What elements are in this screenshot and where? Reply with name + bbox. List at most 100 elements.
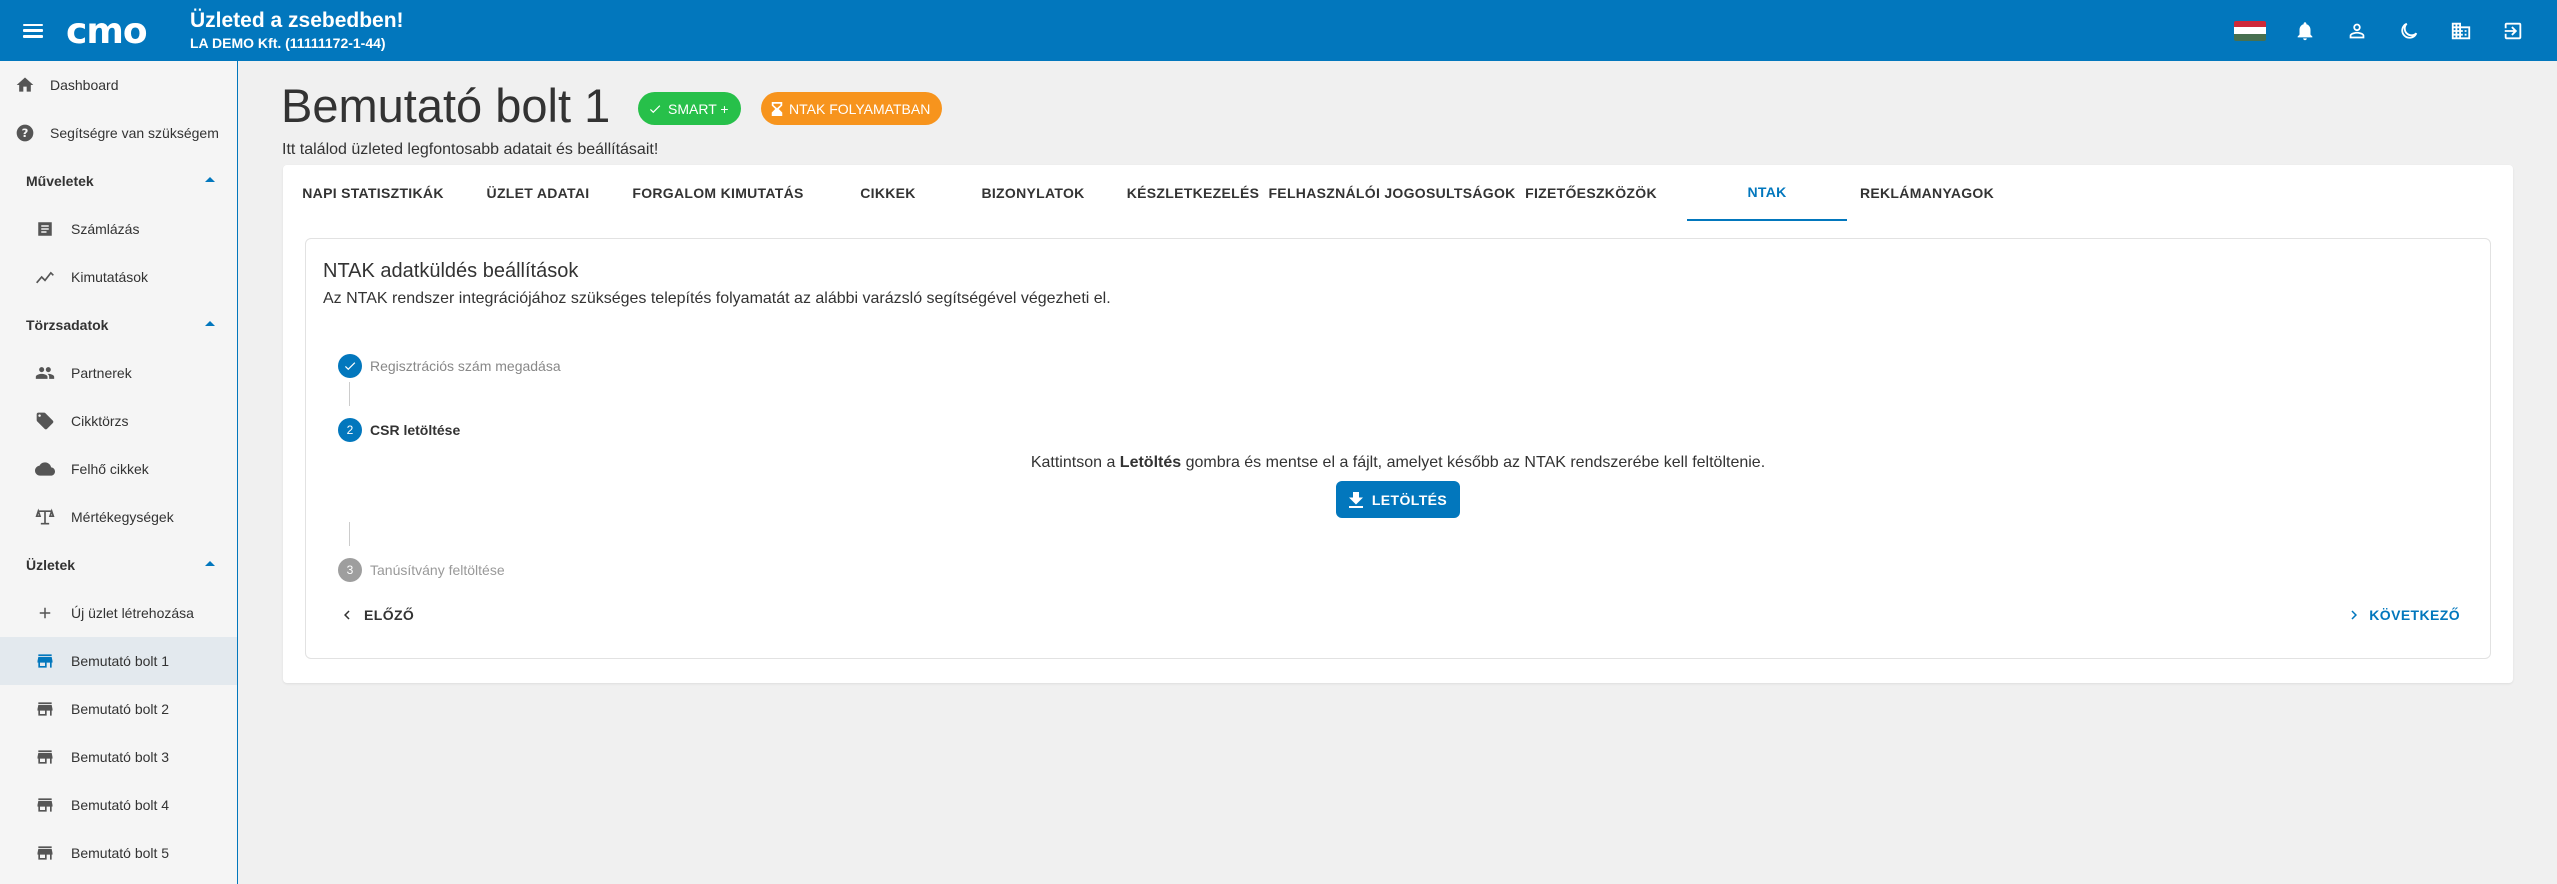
notifications-button[interactable] <box>2279 0 2331 61</box>
menu-button[interactable] <box>0 0 66 61</box>
scale-icon <box>33 505 57 529</box>
sidebar-item-help[interactable]: ? Segítségre van szükségem <box>0 109 237 157</box>
download-button[interactable]: LETÖLTÉS <box>1336 481 1460 518</box>
moon-icon <box>2401 22 2418 39</box>
language-button[interactable] <box>2227 0 2279 61</box>
logout-icon <box>2504 22 2522 39</box>
store-icon <box>33 649 57 673</box>
sidebar-item-bolt-2[interactable]: Bemutató bolt 2 <box>0 685 237 733</box>
previous-button[interactable]: ELŐZŐ <box>338 603 414 627</box>
badge-label: NTAK FOLYAMATBAN <box>789 100 931 117</box>
chevron-up-icon <box>205 177 215 182</box>
smart-plus-badge: SMART + <box>638 92 741 125</box>
step-label: Tanúsítvány feltöltése <box>370 562 505 578</box>
sidebar-item-label: Dashboard <box>50 77 119 93</box>
tab-fizetoeszkozok[interactable]: FIZETŐESZKÖZÖK <box>1511 165 1671 221</box>
next-button[interactable]: KÖVETKEZŐ <box>2345 603 2460 627</box>
sidebar-item-label: Bemutató bolt 1 <box>71 653 170 669</box>
sidebar-item-mertekegysegek[interactable]: Mértékegységek <box>0 493 237 541</box>
hungarian-flag-icon <box>2234 20 2266 41</box>
sidebar-item-partnerek[interactable]: Partnerek <box>0 349 237 397</box>
step-label: CSR letöltése <box>370 422 461 438</box>
store-icon <box>33 697 57 721</box>
section-description: Az NTAK rendszer integrációjához szükség… <box>323 290 1111 307</box>
store-icon <box>33 793 57 817</box>
logout-button[interactable] <box>2487 0 2539 61</box>
ntak-status-badge: NTAK FOLYAMATBAN <box>761 92 943 125</box>
bell-icon <box>2297 21 2313 40</box>
company-button[interactable] <box>2435 0 2487 61</box>
menu-icon <box>23 23 43 38</box>
top-app-bar: cmo Üzleted a zsebedben! LA DEMO Kft. (1… <box>0 0 2557 61</box>
page-title: Bemutató bolt 1 <box>281 79 611 132</box>
sidebar-item-bolt-5[interactable]: Bemutató bolt 5 <box>0 829 237 877</box>
download-label: LETÖLTÉS <box>1371 491 1448 508</box>
people-icon <box>33 361 57 385</box>
tab-keszletkezeles[interactable]: KÉSZLETKEZELÉS <box>1113 165 1273 221</box>
chevron-up-icon <box>205 321 215 326</box>
tab-ntak[interactable]: NTAK <box>1687 165 1847 221</box>
step-connector <box>349 382 350 406</box>
wizard-step-1[interactable]: Regisztrációs szám megadása <box>338 354 561 378</box>
section-label: Műveletek <box>26 173 94 189</box>
wizard-step-3[interactable]: 3 Tanúsítvány feltöltése <box>338 558 505 582</box>
sidebar-item-label: Segítségre van szükségem <box>50 125 219 141</box>
sidebar-item-dashboard[interactable]: Dashboard <box>0 61 237 109</box>
sidebar-section-torzsadatok[interactable]: Törzsadatok <box>0 301 237 349</box>
sidebar-item-label: Bemutató bolt 2 <box>71 701 170 717</box>
building-icon <box>2451 22 2471 39</box>
section-label: Törzsadatok <box>26 317 109 333</box>
wizard-step-2[interactable]: 2 CSR letöltése <box>338 418 460 442</box>
sidebar-item-bolt-3[interactable]: Bemutató bolt 3 <box>0 733 237 781</box>
chevron-up-icon <box>205 561 215 566</box>
sidebar-item-label: Mértékegységek <box>71 509 174 525</box>
page-subtitle: Itt találod üzleted legfontosabb adatait… <box>282 141 659 158</box>
tab-uzlet-adatai[interactable]: ÜZLET ADATAI <box>463 165 613 221</box>
step-connector <box>349 522 350 546</box>
home-icon <box>13 73 37 97</box>
cmo-logo[interactable]: cmo <box>66 13 178 49</box>
check-circle-icon <box>338 354 362 378</box>
step-instruction: Kattintson a Letöltés gombra és mentse e… <box>306 454 2490 472</box>
tab-forgalom-kimutatas[interactable]: FORGALOM KIMUTATÁS <box>613 165 823 221</box>
sidebar-item-label: Felhő cikkek <box>71 461 149 477</box>
sidebar-item-bolt-1[interactable]: Bemutató bolt 1 <box>0 637 237 685</box>
receipt-icon <box>33 217 57 241</box>
logo-text: cmo <box>66 13 147 49</box>
sidebar-section-uzletek[interactable]: Üzletek <box>0 541 237 589</box>
profile-button[interactable] <box>2331 0 2383 61</box>
sidebar-item-new-shop[interactable]: Új üzlet létrehozása <box>0 589 237 637</box>
instruction-suffix: gombra és mentse el a fájlt, amelyet kés… <box>1181 454 1766 471</box>
tab-bizonylatok[interactable]: BIZONYLATOK <box>953 165 1113 221</box>
chevron-right-icon <box>2351 610 2358 620</box>
tab-felhasznaloi-jogosultsagok[interactable]: FELHASZNÁLÓI JOGOSULTSÁGOK <box>1268 165 1515 221</box>
sidebar-item-kimutatasok[interactable]: Kimutatások <box>0 253 237 301</box>
previous-label: ELŐZŐ <box>364 607 415 623</box>
sidebar-item-cikktorzs[interactable]: Cikktörzs <box>0 397 237 445</box>
sidebar-item-label: Új üzlet létrehozása <box>71 605 194 621</box>
theme-toggle-button[interactable] <box>2383 0 2435 61</box>
section-label: Üzletek <box>26 557 76 573</box>
help-icon: ? <box>13 121 37 145</box>
instruction-prefix: Kattintson a <box>1030 454 1120 471</box>
sidebar-item-felho-cikkek[interactable]: Felhő cikkek <box>0 445 237 493</box>
step-label: Regisztrációs szám megadása <box>370 358 561 374</box>
check-icon <box>648 102 662 116</box>
top-actions <box>2227 0 2539 61</box>
person-icon <box>2349 23 2365 38</box>
tab-cikkek[interactable]: CIKKEK <box>823 165 953 221</box>
sidebar-item-label: Bemutató bolt 4 <box>71 797 170 813</box>
cloud-icon <box>33 457 57 481</box>
sidebar-section-muveletek[interactable]: Műveletek <box>0 157 237 205</box>
sidebar-item-label: Partnerek <box>71 365 132 381</box>
plus-icon <box>33 601 57 625</box>
instruction-bold: Letöltés <box>1119 454 1182 471</box>
sidebar-item-szamlazas[interactable]: Számlázás <box>0 205 237 253</box>
tab-reklamanyagok[interactable]: REKLÁMANYAGOK <box>1847 165 2007 221</box>
sidebar-item-label: Kimutatások <box>71 269 149 285</box>
hourglass-icon <box>771 101 783 116</box>
sidebar-item-bolt-4[interactable]: Bemutató bolt 4 <box>0 781 237 829</box>
tab-napi-statisztikak[interactable]: NAPI STATISZTIKÁK <box>283 165 463 221</box>
brand-block: Üzleted a zsebedben! LA DEMO Kft. (11111… <box>190 9 404 53</box>
store-icon <box>33 841 57 865</box>
